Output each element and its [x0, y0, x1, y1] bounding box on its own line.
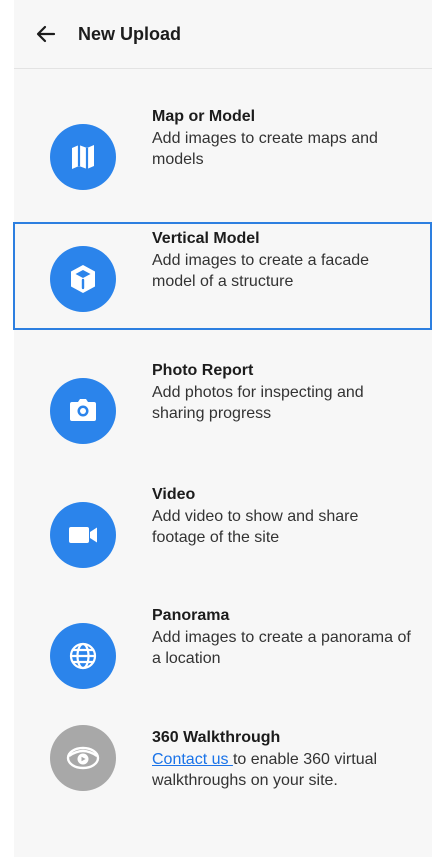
- option-icon-circle: [50, 502, 116, 568]
- arrow-left-icon: [36, 25, 56, 43]
- option-video[interactable]: Video Add video to show and share footag…: [14, 478, 432, 590]
- cube-icon: [71, 265, 95, 293]
- option-icon-circle: [50, 124, 116, 190]
- option-icon-circle: [50, 246, 116, 312]
- option-icon-circle: [50, 623, 116, 689]
- option-title: Map or Model: [152, 108, 256, 125]
- camera-icon: [70, 399, 96, 421]
- option-icon-circle: [50, 378, 116, 444]
- screen: New Upload Map or Model Add images to cr…: [0, 0, 432, 857]
- option-title: 360 Walkthrough: [152, 729, 281, 746]
- option-title: Photo Report: [152, 362, 254, 379]
- option-title: Panorama: [152, 607, 230, 624]
- video-camera-icon: [69, 527, 97, 543]
- contact-us-link[interactable]: Contact us: [152, 751, 233, 768]
- option-description: Add video to show and share footage of t…: [152, 508, 359, 546]
- option-title: Video: [152, 486, 196, 503]
- option-description: Add images to create maps and models: [152, 130, 378, 168]
- map-icon: [72, 145, 94, 169]
- option-description: Add images to create a facade model of a…: [152, 252, 370, 290]
- option-vertical-model[interactable]: Vertical Model Add images to create a fa…: [13, 222, 432, 330]
- 360-view-icon: [66, 746, 100, 770]
- new-upload-panel: New Upload Map or Model Add images to cr…: [13, 0, 432, 857]
- option-photo-report[interactable]: Photo Report Add photos for inspecting a…: [14, 354, 432, 466]
- option-panorama[interactable]: Panorama Add images to create a panorama…: [14, 599, 432, 711]
- header: New Upload: [14, 0, 432, 69]
- option-map-or-model[interactable]: Map or Model Add images to create maps a…: [14, 100, 432, 212]
- option-description: Add photos for inspecting and sharing pr…: [152, 384, 364, 422]
- option-title: Vertical Model: [152, 230, 260, 247]
- option-icon-circle: [50, 725, 116, 791]
- option-360-walkthrough: 360 Walkthrough Contact us to enable 360…: [14, 721, 432, 841]
- back-button[interactable]: [32, 20, 60, 48]
- option-description: Add images to create a panorama of a loc…: [152, 629, 411, 667]
- globe-icon: [69, 642, 97, 670]
- page-title: New Upload: [78, 24, 182, 44]
- option-description: Contact us to enable 360 virtual walkthr…: [152, 749, 412, 791]
